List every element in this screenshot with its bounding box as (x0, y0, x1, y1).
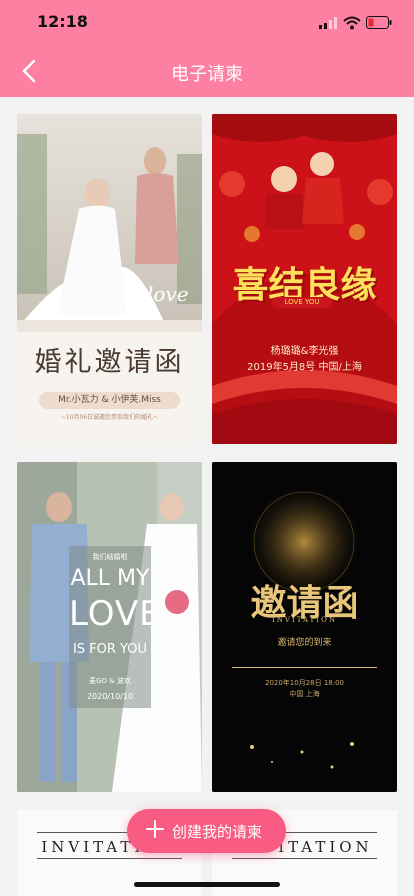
header-bar: 12:18 电子请柬 (0, 0, 414, 97)
page-title: 电子请柬 (171, 64, 243, 85)
invitation-card-black-gold[interactable]: 邀请函 INVITATION 邀请您的到来 2020年10月28日 18:00 … (212, 462, 397, 792)
divider (232, 858, 377, 859)
card-date: 2020/10/10 (86, 692, 134, 701)
card-invite-text: 邀请您的到来 (277, 638, 332, 648)
card-names: Mr.小瓦力 & 小伊芙.Miss (39, 392, 180, 409)
wifi-icon (343, 16, 361, 30)
card-names: 杨璐璐&李光强 (270, 346, 339, 357)
card-line2: LOVE (69, 594, 162, 634)
invitation-card-wedding[interactable]: love 婚礼邀请函 Mr.小瓦力 & 小伊芙.Miss ~10月06日诚邀您参… (17, 114, 202, 444)
love-text-panel: 我们结婚啦 ALL MY LOVE IS FOR YOU 麦GO & 波欢 20… (69, 546, 162, 708)
card-line1: ALL MY (70, 566, 150, 591)
card-date: 2019年5月8号 中国/上海 (247, 362, 362, 373)
plus-icon (146, 820, 164, 838)
card-subtitle: ~10月06日诚邀您参加我们的婚礼~ (60, 414, 159, 421)
card-line3: IS FOR YOU (72, 642, 148, 657)
card-subtitle: INVITATION (272, 616, 337, 624)
gold-globe-illustration (212, 462, 397, 792)
status-bar: 12:18 (0, 8, 414, 36)
battery-icon (366, 16, 392, 29)
card-names: 麦GO & 波欢 (89, 677, 131, 685)
status-time: 12:18 (37, 12, 88, 31)
nav-bar: 电子请柬 (0, 52, 414, 92)
love-script-text: love (147, 282, 189, 306)
divider (37, 858, 182, 859)
card-place: 中国 上海 (289, 690, 320, 698)
home-indicator[interactable] (134, 882, 280, 887)
create-invitation-button[interactable]: 创建我的请柬 (127, 809, 286, 853)
invitation-card-red[interactable]: 喜结良缘 LOVE YOU 杨璐璐&李光强 2019年5月8号 中国/上海 (212, 114, 397, 444)
card-top-text: 我们结婚啦 (92, 553, 128, 561)
card-subtitle: LOVE YOU (272, 297, 332, 308)
create-button-label: 创建我的请柬 (172, 823, 263, 841)
invitation-card-all-my-love[interactable]: 我们结婚啦 ALL MY LOVE IS FOR YOU 麦GO & 波欢 20… (17, 462, 202, 792)
cellular-signal-icon (319, 17, 337, 29)
card-title: 婚礼邀请函 (34, 347, 185, 378)
card-date: 2020年10月28日 18:00 (264, 679, 345, 687)
